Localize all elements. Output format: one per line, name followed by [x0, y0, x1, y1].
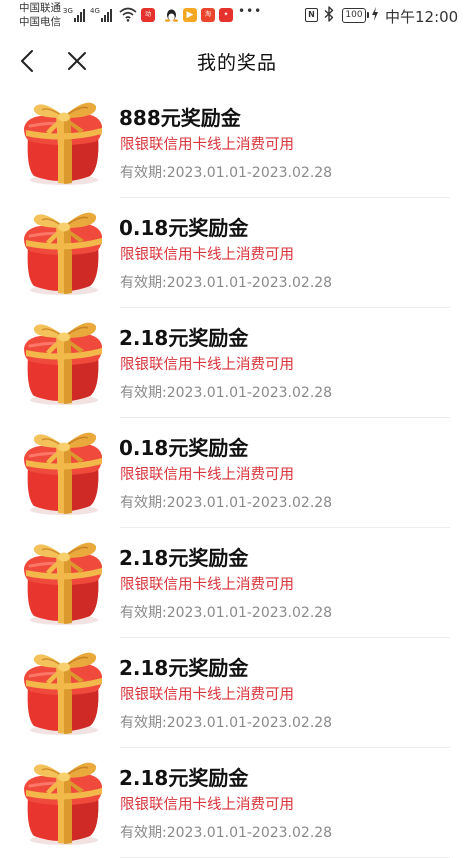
app-orange-icon: 淘: [201, 8, 215, 22]
prize-validity: 有效期:2023.01.01-2023.02.28: [120, 602, 332, 622]
video-play-icon: ▶: [183, 8, 197, 22]
battery-level: 100: [342, 8, 366, 23]
prize-usage-limit: 限银联信用卡线上消费可用: [120, 687, 294, 703]
prize-title: 888元奖励金: [119, 106, 241, 130]
prize-usage-limit: 限银联信用卡线上消费可用: [120, 797, 294, 813]
nav-bar: 我的奖品: [0, 34, 474, 88]
validity-label: 有效期:: [120, 165, 167, 181]
validity-label: 有效期:: [120, 715, 167, 731]
gift-icon: [24, 542, 102, 625]
more-notifications-icon: •••: [238, 4, 263, 18]
prize-item[interactable]: 0.18元奖励金 限银联信用卡线上消费可用 有效期:2023.01.01-202…: [0, 418, 474, 528]
gift-icon: [24, 652, 102, 735]
nfc-icon: N: [305, 8, 318, 22]
charging-icon: [372, 7, 378, 21]
prize-title: 2.18元奖励金: [119, 326, 249, 350]
prize-title: 2.18元奖励金: [119, 656, 249, 680]
carrier-1-label: 中国联通: [19, 2, 61, 14]
validity-dates: 2023.01.01-2023.02.28: [166, 275, 333, 291]
bluetooth-icon: [324, 6, 334, 22]
app-red-2-icon: ✦: [219, 8, 233, 22]
network-2-type: 4G: [90, 7, 100, 15]
prize-item[interactable]: 888元奖励金 限银联信用卡线上消费可用 有效期:2023.01.01-2023…: [0, 88, 474, 198]
prize-title: 2.18元奖励金: [119, 546, 249, 570]
prize-item[interactable]: 2.18元奖励金 限银联信用卡线上消费可用 有效期:2023.01.01-202…: [0, 638, 474, 748]
wifi-icon: [119, 7, 137, 22]
prize-item[interactable]: 2.18元奖励金 限银联信用卡线上消费可用 有效期:2023.01.01-202…: [0, 528, 474, 638]
validity-dates: 2023.01.01-2023.02.28: [166, 715, 333, 731]
validity-dates: 2023.01.01-2023.02.28: [166, 495, 333, 511]
validity-label: 有效期:: [120, 275, 167, 291]
gift-icon: [24, 322, 102, 405]
gift-icon: [24, 102, 102, 185]
chat-icon: [165, 9, 178, 22]
prize-validity: 有效期:2023.01.01-2023.02.28: [120, 712, 332, 732]
carrier-2-label: 中国电信: [19, 16, 61, 28]
status-bar: 中国联通 中国电信 3G 4G 动 ▶ 淘 ✦ ••• N 100 中午12:0…: [0, 0, 474, 34]
prize-list: 888元奖励金 限银联信用卡线上消费可用 有效期:2023.01.01-2023…: [0, 88, 474, 858]
signal-1-icon: 3G: [63, 8, 86, 22]
prize-title: 0.18元奖励金: [119, 216, 249, 240]
validity-label: 有效期:: [120, 385, 167, 401]
prize-title: 0.18元奖励金: [119, 436, 249, 460]
prize-validity: 有效期:2023.01.01-2023.02.28: [120, 492, 332, 512]
prize-validity: 有效期:2023.01.01-2023.02.28: [120, 272, 332, 292]
battery-tip: [367, 12, 369, 18]
prize-item[interactable]: 2.18元奖励金 限银联信用卡线上消费可用 有效期:2023.01.01-202…: [0, 308, 474, 418]
gift-icon: [24, 432, 102, 515]
prize-validity: 有效期:2023.01.01-2023.02.28: [120, 162, 332, 182]
gift-icon: [24, 762, 102, 845]
prize-usage-limit: 限银联信用卡线上消费可用: [120, 467, 294, 483]
prize-usage-limit: 限银联信用卡线上消费可用: [120, 357, 294, 373]
gift-icon: [24, 212, 102, 295]
signal-2-icon: 4G: [90, 8, 113, 22]
prize-validity: 有效期:2023.01.01-2023.02.28: [120, 822, 332, 842]
prize-usage-limit: 限银联信用卡线上消费可用: [120, 577, 294, 593]
clock: 中午12:00: [385, 8, 459, 26]
validity-dates: 2023.01.01-2023.02.28: [166, 385, 333, 401]
validity-label: 有效期:: [120, 495, 167, 511]
validity-dates: 2023.01.01-2023.02.28: [166, 605, 333, 621]
validity-label: 有效期:: [120, 825, 167, 841]
prize-item[interactable]: 0.18元奖励金 限银联信用卡线上消费可用 有效期:2023.01.01-202…: [0, 198, 474, 308]
validity-dates: 2023.01.01-2023.02.28: [166, 825, 333, 841]
prize-usage-limit: 限银联信用卡线上消费可用: [120, 137, 294, 153]
validity-dates: 2023.01.01-2023.02.28: [166, 165, 333, 181]
app-red-icon: 动: [141, 8, 155, 22]
network-1-type: 3G: [63, 7, 73, 15]
validity-label: 有效期:: [120, 605, 167, 621]
page-title: 我的奖品: [196, 52, 277, 74]
prize-title: 2.18元奖励金: [119, 766, 249, 790]
prize-validity: 有效期:2023.01.01-2023.02.28: [120, 382, 332, 402]
prize-usage-limit: 限银联信用卡线上消费可用: [120, 247, 294, 263]
